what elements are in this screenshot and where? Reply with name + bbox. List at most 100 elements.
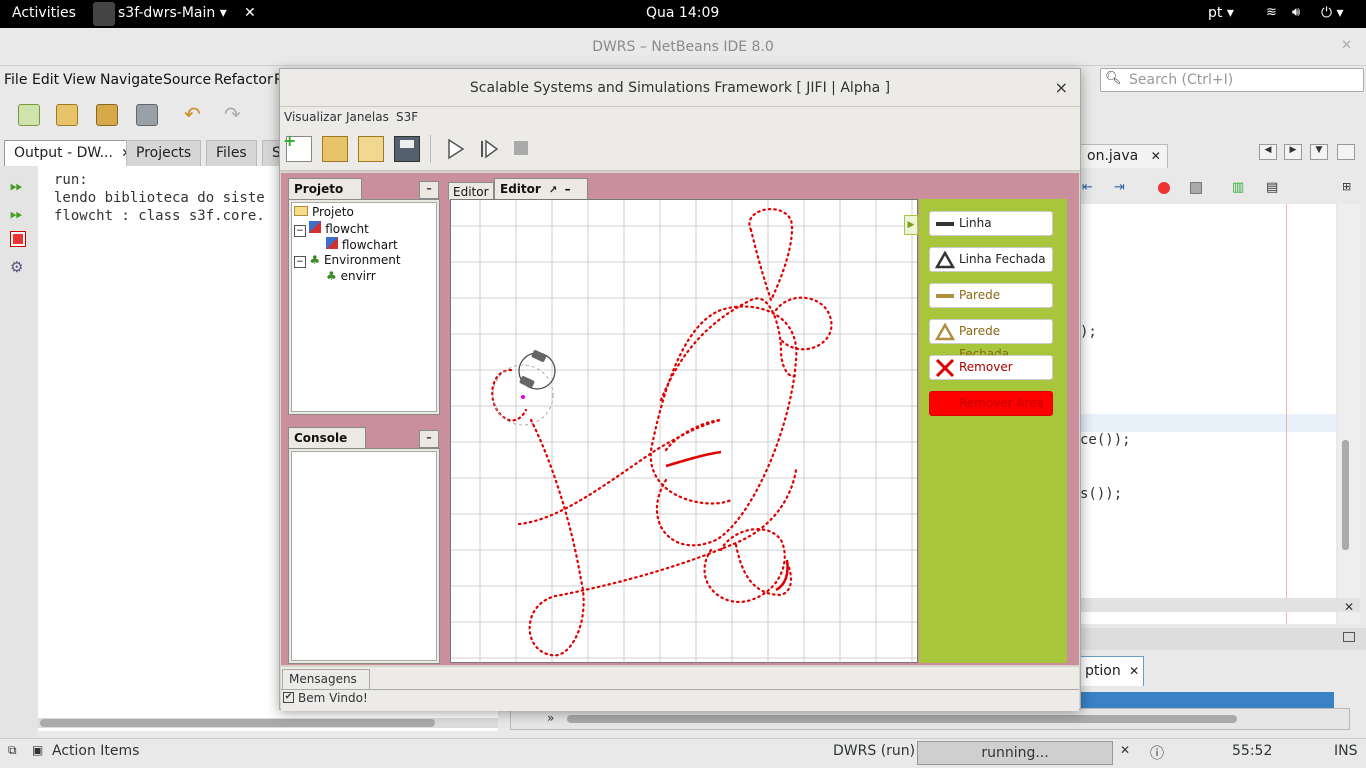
tab-list-icon[interactable]: ▼ — [1310, 144, 1328, 160]
shift-right-icon[interactable]: ⇥ — [1114, 180, 1125, 195]
shift-left-icon[interactable]: ⇤ — [1082, 180, 1093, 195]
rerun-with-icon[interactable]: ⏩︎ — [10, 204, 23, 224]
clock[interactable]: Qua 14:09 — [646, 5, 719, 21]
tab-close-icon[interactable]: ✕ — [1129, 664, 1139, 678]
tab-projects[interactable]: Projects — [126, 140, 202, 166]
tab-editor-active[interactable]: Editor ↗ – ✕ — [494, 178, 588, 210]
new-icon[interactable]: + — [283, 131, 312, 162]
open-icon[interactable] — [358, 136, 384, 162]
collapse-icon[interactable]: − — [294, 256, 306, 268]
closed-line-icon — [935, 251, 955, 269]
menu-navigate[interactable]: Navigate — [100, 72, 163, 88]
tab-editor-inactive[interactable]: Editor — [448, 182, 494, 200]
tree-item-environment[interactable]: − ♣ Environment — [294, 253, 401, 268]
app-close-icon[interactable]: ✕ — [244, 5, 256, 21]
code-editor[interactable]: ); ce()); s()); — [1080, 204, 1336, 624]
maximize-icon[interactable] — [1337, 144, 1355, 160]
tool-remover-area-button[interactable]: Remover Area — [929, 391, 1053, 416]
tool-remover-button[interactable]: Remover — [929, 355, 1053, 380]
step-icon[interactable] — [476, 136, 502, 162]
simulation-canvas[interactable] — [450, 199, 918, 663]
editor-hscroll[interactable] — [1080, 598, 1360, 612]
action-items-icon: ▣ — [32, 743, 44, 757]
menu-visualizar[interactable]: Visualizar — [284, 110, 342, 124]
uncomment-icon[interactable]: ▤ — [1266, 180, 1278, 195]
record-macro-icon[interactable] — [1158, 182, 1170, 194]
new-file-icon[interactable] — [18, 104, 40, 126]
app-menu[interactable]: s3f-dwrs-Main ▾ — [118, 5, 227, 21]
tab-label: on.java — [1087, 148, 1139, 164]
editor-vscroll[interactable] — [1338, 204, 1360, 624]
split-icon[interactable]: ⊞ — [1342, 180, 1351, 193]
search-input[interactable]: Search (Ctrl+I) — [1129, 72, 1233, 88]
restore-windows-icon[interactable]: ⧉ — [8, 743, 17, 758]
close-panel-icon[interactable]: ✕ — [1344, 600, 1354, 614]
tool-linha-button[interactable]: Linha — [929, 211, 1053, 236]
menu-view[interactable]: View — [63, 72, 96, 88]
menu-source[interactable]: Source — [163, 72, 211, 88]
tab-console[interactable]: Console – — [288, 427, 366, 459]
dialog-close-icon[interactable]: × — [1055, 78, 1068, 97]
menu-file[interactable]: File — [4, 72, 27, 88]
save-icon[interactable] — [394, 136, 420, 162]
panel-minimize-icon[interactable]: – — [419, 181, 439, 199]
tab-scroll-left-icon[interactable]: ◀ — [1259, 144, 1277, 160]
toggle-comment-icon[interactable]: ▥ — [1232, 180, 1244, 195]
bottom-panel-header — [1080, 628, 1366, 650]
menu-s3f[interactable]: S3F — [396, 110, 418, 124]
settings-icon[interactable]: ⚙ — [10, 258, 23, 276]
tool-parede-button[interactable]: Parede — [929, 283, 1053, 308]
output-hscroll[interactable] — [38, 718, 498, 728]
notifications-icon[interactable]: ⓘ — [1150, 743, 1164, 763]
tab-close-icon[interactable]: ✕ — [1151, 149, 1161, 163]
power-menu[interactable]: ⏻ ▾ — [1321, 5, 1344, 21]
new-project-icon[interactable] — [56, 104, 78, 126]
tool-linha-fechada-button[interactable]: Linha Fechada — [929, 247, 1053, 272]
console-output[interactable] — [291, 451, 437, 661]
project-tree[interactable]: Projeto − flowcht flowchart − ♣ Environm… — [291, 202, 437, 412]
cancel-run-icon[interactable]: ✕ — [1120, 743, 1130, 757]
rerun-icon[interactable]: ⏩︎ — [10, 176, 23, 196]
code-line: ce()); — [1080, 432, 1131, 448]
tab-output[interactable]: Output - DW... ✕ — [4, 140, 142, 166]
open-project-icon[interactable] — [96, 104, 118, 126]
language-menu[interactable]: pt ▾ — [1208, 5, 1234, 21]
menu-refactor[interactable]: Refactor — [214, 72, 273, 88]
tab-files[interactable]: Files — [206, 140, 257, 166]
tab-projeto[interactable]: Projeto – — [288, 178, 362, 210]
tree-root[interactable]: Projeto — [294, 205, 354, 219]
tree-item-envirr[interactable]: ♣ envirr — [326, 269, 376, 283]
menu-janelas[interactable]: Janelas — [346, 110, 389, 124]
welcome-checkbox[interactable]: ✔ — [283, 692, 294, 703]
volume-icon[interactable]: 🔊︎ — [1292, 5, 1300, 20]
undo-icon[interactable]: ↶ — [184, 102, 201, 126]
bottom-hscroll[interactable] — [567, 715, 1237, 723]
wifi-icon[interactable]: ≋ — [1266, 5, 1277, 20]
search-box[interactable]: 🔍︎ Search (Ctrl+I) — [1100, 68, 1364, 92]
panel-minimize-icon[interactable]: – — [419, 430, 439, 448]
tab-exception[interactable]: ption ✕ — [1080, 656, 1145, 686]
expand-toolbox-icon[interactable]: ▶ — [904, 215, 918, 235]
activities-button[interactable]: Activities — [12, 5, 76, 21]
collapse-icon[interactable]: − — [294, 225, 306, 237]
tool-parede-fechada-button[interactable]: Parede Fechada — [929, 319, 1053, 361]
add-folder-icon[interactable] — [322, 136, 348, 162]
minimize-panel-icon[interactable] — [1343, 632, 1355, 642]
action-items-link[interactable]: Action Items — [52, 743, 139, 759]
stop-icon[interactable] — [514, 141, 528, 155]
more-icon[interactable]: » — [547, 711, 554, 725]
tab-java-file[interactable]: on.java ✕ — [1080, 144, 1168, 168]
tab-minimize-icon[interactable]: – — [565, 182, 571, 196]
tree-item-flowchart[interactable]: flowchart — [326, 237, 398, 252]
stop-macro-icon[interactable] — [1190, 182, 1202, 194]
window-close-icon[interactable]: ✕ — [1341, 38, 1352, 53]
stop-icon[interactable] — [10, 231, 26, 247]
menu-edit[interactable]: Edit — [32, 72, 59, 88]
tab-mensagens[interactable]: Mensagens — [282, 669, 370, 689]
tab-scroll-right-icon[interactable]: ▶ — [1284, 144, 1302, 160]
pin-icon[interactable]: ↗ — [549, 185, 557, 196]
redo-icon[interactable]: ↷ — [224, 102, 241, 126]
tree-item-flowcht[interactable]: − flowcht — [294, 221, 369, 237]
save-all-icon[interactable] — [136, 104, 158, 126]
play-icon[interactable] — [442, 136, 468, 162]
